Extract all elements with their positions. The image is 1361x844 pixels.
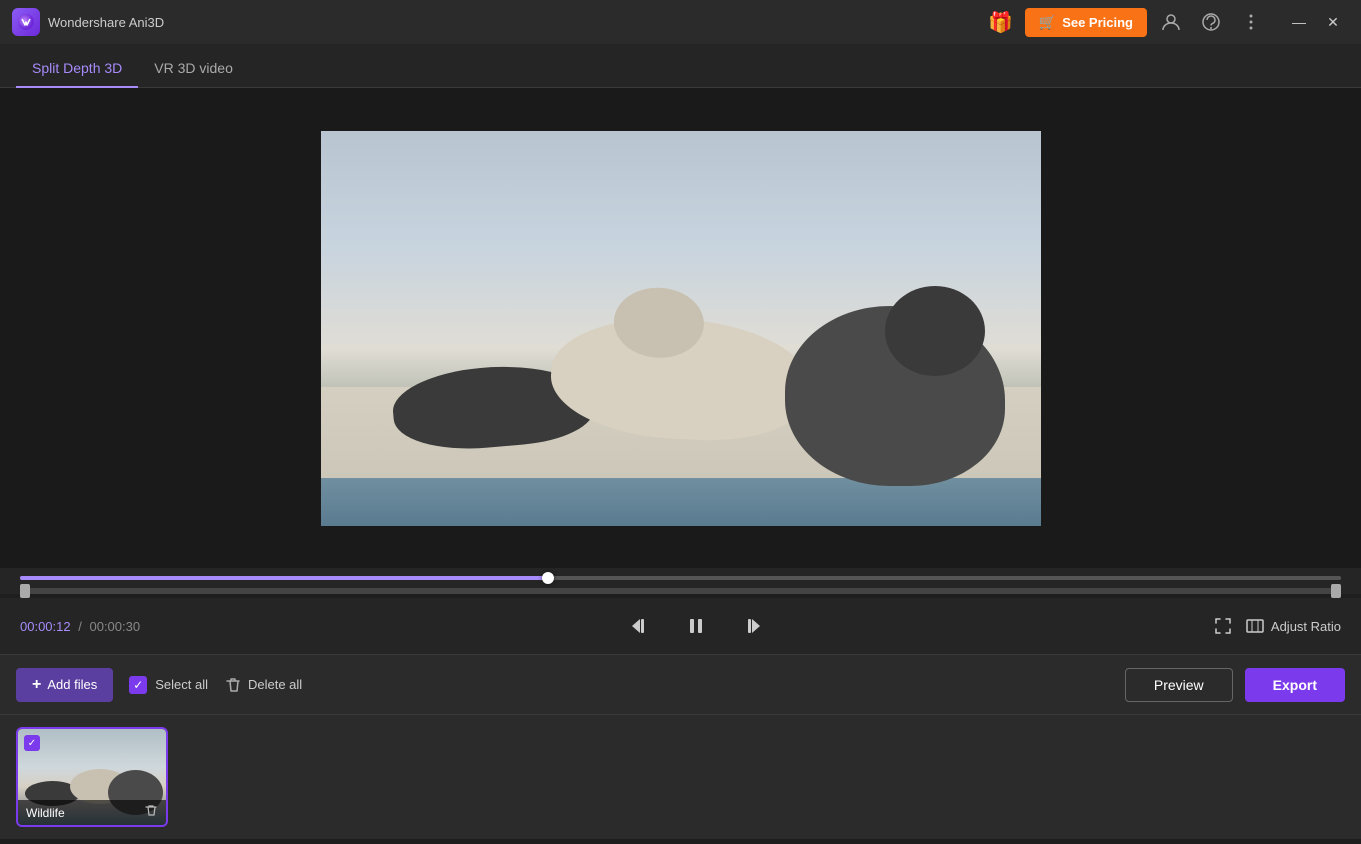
gift-button[interactable]: 🎁 bbox=[985, 6, 1017, 38]
range-handle-right[interactable] bbox=[1331, 584, 1341, 598]
export-controls: Preview Export bbox=[1125, 668, 1345, 702]
select-all-label: Select all bbox=[155, 677, 208, 692]
files-toolbar: + Add files ✓ Select all Delete all Prev… bbox=[0, 655, 1361, 715]
water-background bbox=[321, 478, 1041, 525]
pause-button[interactable] bbox=[678, 608, 714, 644]
bottom-panel: + Add files ✓ Select all Delete all Prev… bbox=[0, 654, 1361, 839]
scrubber-thumb[interactable] bbox=[542, 572, 554, 584]
select-all-checkbox[interactable]: ✓ bbox=[129, 676, 147, 694]
add-files-button[interactable]: + Add files bbox=[16, 668, 113, 702]
seal-3-head bbox=[885, 286, 985, 376]
time-display: 00:00:12 / 00:00:30 bbox=[20, 619, 180, 634]
cart-icon: 🛒 bbox=[1039, 14, 1056, 31]
playback-scrubber[interactable] bbox=[20, 576, 1341, 580]
timeline-area bbox=[0, 568, 1361, 594]
fullscreen-button[interactable] bbox=[1213, 616, 1233, 636]
file-label: Wildlife bbox=[18, 800, 166, 825]
playback-controls-bar: 00:00:12 / 00:00:30 bbox=[0, 598, 1361, 654]
export-button[interactable]: Export bbox=[1245, 668, 1345, 702]
range-handle-left[interactable] bbox=[20, 584, 30, 598]
see-pricing-label: See Pricing bbox=[1062, 15, 1133, 30]
playback-buttons bbox=[180, 608, 1213, 644]
trim-range-bar[interactable] bbox=[20, 588, 1341, 594]
window-controls: — ✕ bbox=[1283, 6, 1349, 38]
video-player-area bbox=[0, 88, 1361, 568]
current-time: 00:00:12 bbox=[20, 619, 71, 634]
video-frame bbox=[321, 131, 1041, 526]
list-item[interactable]: ✓ Wildlife bbox=[16, 727, 168, 827]
minimize-button[interactable]: — bbox=[1283, 6, 1315, 38]
app-title: Wondershare Ani3D bbox=[48, 15, 977, 30]
file-name: Wildlife bbox=[26, 806, 65, 820]
tab-split-depth-3d[interactable]: Split Depth 3D bbox=[16, 50, 138, 88]
titlebar: Wondershare Ani3D 🎁 🛒 See Pricing bbox=[0, 0, 1361, 44]
scrubber-fill bbox=[20, 576, 548, 580]
add-files-label: Add files bbox=[47, 677, 97, 692]
select-all-container[interactable]: ✓ Select all bbox=[129, 676, 208, 694]
trash-icon bbox=[224, 676, 242, 694]
title-actions: 🎁 🛒 See Pricing bbox=[985, 6, 1267, 38]
skip-forward-button[interactable] bbox=[734, 608, 770, 644]
close-button[interactable]: ✕ bbox=[1317, 6, 1349, 38]
support-button[interactable] bbox=[1195, 6, 1227, 38]
menu-button[interactable] bbox=[1235, 6, 1267, 38]
add-icon: + bbox=[32, 676, 41, 694]
skip-back-button[interactable] bbox=[622, 608, 658, 644]
tab-vr-3d-video[interactable]: VR 3D video bbox=[138, 50, 249, 88]
time-separator: / bbox=[78, 619, 82, 634]
adjust-ratio-button[interactable]: Adjust Ratio bbox=[1245, 616, 1341, 636]
see-pricing-button[interactable]: 🛒 See Pricing bbox=[1025, 8, 1147, 37]
user-button[interactable] bbox=[1155, 6, 1187, 38]
right-controls: Adjust Ratio bbox=[1213, 616, 1341, 636]
file-delete-icon[interactable] bbox=[144, 804, 158, 821]
tabbar: Split Depth 3D VR 3D video bbox=[0, 44, 1361, 88]
file-checkbox[interactable]: ✓ bbox=[24, 735, 40, 751]
files-area: ✓ Wildlife bbox=[0, 715, 1361, 839]
delete-all-label: Delete all bbox=[248, 677, 302, 692]
adjust-ratio-label: Adjust Ratio bbox=[1271, 619, 1341, 634]
seal-2-head bbox=[612, 285, 706, 360]
total-time: 00:00:30 bbox=[89, 619, 140, 634]
app-logo bbox=[12, 8, 40, 36]
delete-all-container[interactable]: Delete all bbox=[224, 676, 302, 694]
video-preview bbox=[321, 131, 1041, 526]
seal-silhouette-3 bbox=[785, 306, 1005, 486]
preview-button[interactable]: Preview bbox=[1125, 668, 1233, 702]
